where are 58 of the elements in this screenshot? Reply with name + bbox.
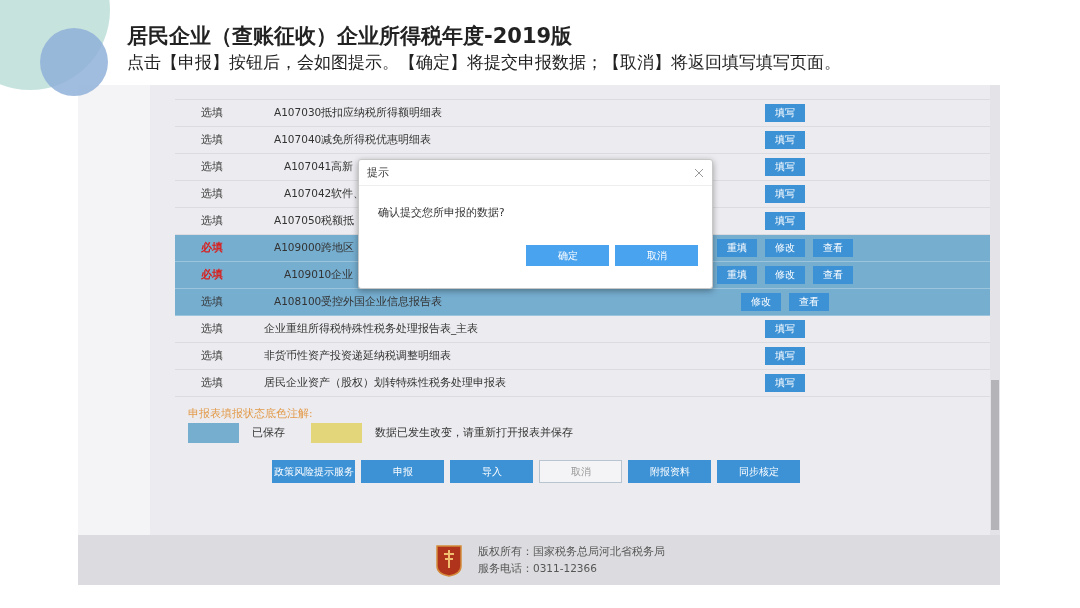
form-button[interactable]: 取消 [539,460,622,483]
requirement-label: 选填 [199,322,224,336]
dialog-button[interactable]: 取消 [615,245,698,266]
form-button[interactable]: 同步核定 [717,460,800,483]
action-button[interactable]: 填写 [765,104,805,122]
action-button[interactable]: 查看 [813,266,853,284]
dialog-button[interactable]: 确定 [526,245,609,266]
requirement-label: 选填 [199,187,224,201]
requirement-label: 选填 [199,106,224,120]
action-button[interactable]: 重填 [717,266,757,284]
legend-label: 已保存 [252,426,285,440]
form-button[interactable]: 政策风险提示服务 [272,460,355,483]
requirement-label: 选填 [199,214,224,228]
action-button[interactable]: 填写 [765,347,805,365]
action-button[interactable]: 填写 [765,212,805,230]
requirement-label: 必填 [199,241,224,255]
requirement-label: 必填 [199,268,224,282]
form-name: 企业重组所得税特殊性税务处理报告表_主表 [263,322,479,336]
close-icon[interactable] [694,167,704,178]
action-button[interactable]: 查看 [813,239,853,257]
action-button[interactable]: 填写 [765,374,805,392]
requirement-label: 选填 [199,349,224,363]
action-button[interactable]: 填写 [765,158,805,176]
footer-text: 版权所有：国家税务总局河北省税务局 [478,544,665,559]
action-button[interactable]: 填写 [765,320,805,338]
form-name: A107040减免所得税优惠明细表 [273,133,432,147]
action-button[interactable]: 修改 [741,293,781,311]
slide-title: 居民企业（查账征收）企业所得税年度-2019版 [127,23,574,50]
form-name: 非货币性资产投资递延纳税调整明细表 [263,349,451,363]
action-button[interactable]: 修改 [765,239,805,257]
requirement-label: 选填 [199,295,224,309]
action-button[interactable]: 修改 [765,266,805,284]
emblem-icon [436,543,462,577]
legend-title: 申报表填报状态底色注解: [188,407,314,421]
form-name: A108100受控外国企业信息报告表 [273,295,443,309]
form-name: A107030抵扣应纳税所得额明细表 [273,106,443,120]
footer-text: 服务电话：0311-12366 [478,561,598,576]
requirement-label: 选填 [199,160,224,174]
form-button[interactable]: 申报 [361,460,444,483]
form-name: A109010企业 [283,268,354,282]
dialog-title: 提示 [367,165,389,180]
requirement-label: 选填 [199,376,224,390]
form-name: A107042软件、 [283,187,365,201]
form-name: A107050税额抵 [273,214,355,228]
requirement-label: 选填 [199,133,224,147]
scrollbar[interactable] [990,85,1000,535]
dialog-message: 确认提交您所申报的数据? [377,205,506,220]
form-button[interactable]: 附报资料 [628,460,711,483]
form-button[interactable]: 导入 [450,460,533,483]
action-button[interactable]: 查看 [789,293,829,311]
action-button[interactable]: 重填 [717,239,757,257]
form-name: A107041高新 [283,160,354,174]
form-name: 居民企业资产（股权）划转特殊性税务处理申报表 [263,376,506,390]
slide-subtitle: 点击【申报】按钮后，会如图提示。【确定】将提交申报数据；【取消】将返回填写填写页面。 [127,51,842,74]
form-name: A109000跨地区 [273,241,355,255]
action-button[interactable]: 填写 [765,131,805,149]
legend-label: 数据已发生改变，请重新打开报表并保存 [375,426,573,440]
action-button[interactable]: 填写 [765,185,805,203]
